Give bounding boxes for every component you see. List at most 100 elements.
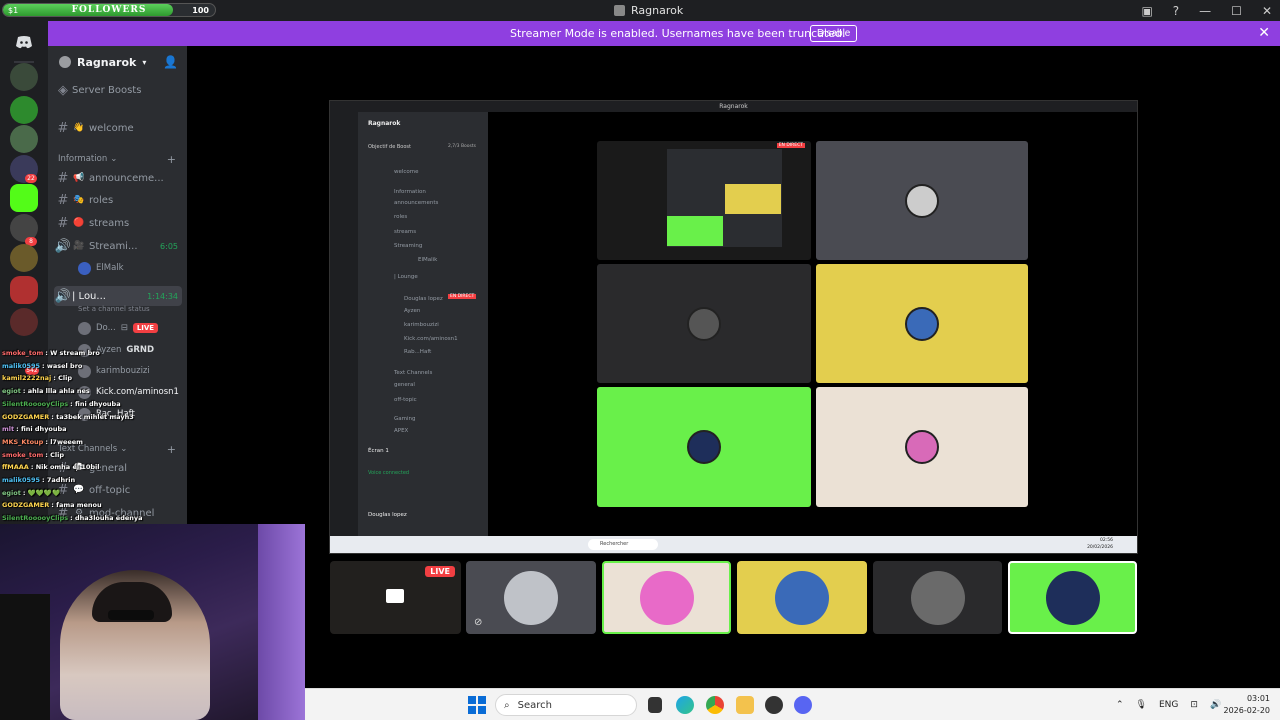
microphone-icon[interactable]: 🎙 xyxy=(1136,700,1147,710)
participant-tile[interactable] xyxy=(873,561,1002,634)
inner-channel-row: off-topic xyxy=(394,397,417,403)
voice-channel-streaming[interactable]: 🔊 🎥 Streami... 6:05 xyxy=(54,236,182,256)
inner-boost-label: Objectif de Boost xyxy=(368,144,411,150)
screen-share-view[interactable]: Ragnarok Ragnarok Objectif de Boost 2,7/… xyxy=(329,100,1138,554)
chat-text: : ahla llla ahla nes xyxy=(22,387,90,396)
server-icon[interactable] xyxy=(10,308,38,336)
screen-share-icon: ⊘ xyxy=(474,617,483,628)
channel-announcements[interactable]: # 📢 announceme... xyxy=(54,168,182,188)
server-icon[interactable] xyxy=(10,244,38,272)
participant-avatar xyxy=(905,430,939,464)
screen-share-icon: ⊟ xyxy=(120,323,128,333)
mention-icon[interactable]: ▣ xyxy=(1141,4,1152,18)
participant-tile[interactable] xyxy=(737,561,867,634)
participant-avatar xyxy=(687,306,721,341)
server-icon[interactable] xyxy=(10,184,38,212)
obs-icon[interactable] xyxy=(765,696,783,714)
participant-avatar xyxy=(639,570,694,625)
server-icon[interactable] xyxy=(10,276,38,304)
server-header[interactable]: Ragnarok ▾ 👤 xyxy=(48,46,187,78)
chat-text: : Clip xyxy=(53,374,73,383)
chevron-down-icon: ▾ xyxy=(142,57,147,67)
taskbar-clock[interactable]: 03:01 2026-02-20 xyxy=(1224,693,1271,717)
chat-username: SilentRooooyClips xyxy=(2,514,69,523)
channel-status[interactable]: Set a channel status xyxy=(78,305,150,313)
discord-taskbar-icon[interactable] xyxy=(794,696,812,714)
inner-channel-row: Text Channels xyxy=(394,370,433,376)
boost-icon: ◈ xyxy=(58,82,68,98)
chat-message: SilentRooooyClips: fini dhyouba xyxy=(2,398,188,411)
server-boosts[interactable]: ◈ Server Boosts xyxy=(54,80,182,100)
inner-window-title: Ragnarok xyxy=(330,101,1137,112)
chat-text: : dha3louha edenya xyxy=(70,514,143,523)
start-tile xyxy=(478,696,486,704)
file-explorer-icon[interactable] xyxy=(648,697,662,713)
taskbar-search[interactable]: ⌕ Search xyxy=(495,694,637,716)
edge-icon[interactable] xyxy=(676,696,694,714)
inner-boost-count: 2,7/3 Boosts xyxy=(448,144,477,149)
channel-roles[interactable]: # 🎭 roles xyxy=(54,190,182,210)
chat-text: : W stream bro xyxy=(45,349,100,357)
inner-channel-row: general xyxy=(394,382,415,388)
participant-tile[interactable] xyxy=(602,561,731,634)
disable-streamer-mode-button[interactable]: Disable xyxy=(810,25,858,42)
voice-user[interactable]: ElMalk xyxy=(78,259,124,277)
inner-channel-row: Ayzen xyxy=(404,308,421,314)
discord-home-button[interactable] xyxy=(10,28,38,56)
participant-tile-streamer[interactable]: LIVE xyxy=(330,561,461,634)
add-channel-icon[interactable]: + xyxy=(167,153,176,166)
webcam-chair xyxy=(0,594,50,720)
invite-icon[interactable]: 👤 xyxy=(163,55,178,69)
live-badge: LIVE xyxy=(425,566,455,577)
server-icon[interactable] xyxy=(10,125,38,153)
close-icon[interactable]: ✕ xyxy=(1262,4,1272,18)
channel-emoji: 🎭 xyxy=(73,195,85,205)
category-information[interactable]: Information ⌄ + xyxy=(58,153,182,166)
tile-beige xyxy=(816,387,1028,507)
inner-server-rail xyxy=(330,112,358,536)
inner-channel-row: streams xyxy=(394,229,417,235)
network-icon[interactable]: ⊡ xyxy=(1190,700,1198,710)
help-icon[interactable]: ? xyxy=(1173,4,1179,18)
window-title: Ragnarok xyxy=(614,0,683,21)
chat-message: egiot: 💚💚💚💚 xyxy=(2,487,188,500)
maximize-icon[interactable]: ☐ xyxy=(1231,4,1242,18)
volume-icon[interactable]: 🔊 xyxy=(1210,700,1221,710)
inner-channel-row: Kick.com/aminosn1 xyxy=(404,336,458,342)
minimize-icon[interactable]: — xyxy=(1199,4,1211,18)
start-tile xyxy=(478,706,486,714)
voice-user-name: ElMalk xyxy=(96,263,124,273)
chat-text: : 💚💚💚💚 xyxy=(22,488,61,497)
folder-icon[interactable] xyxy=(736,696,754,714)
text-channel-icon: # xyxy=(57,192,69,208)
system-tray: ⌃ 🎙 ENG ⊡ 🔊 xyxy=(1116,689,1221,720)
taskbar-search-label: Search xyxy=(517,699,552,711)
channel-name: | Lou... xyxy=(72,290,106,302)
inner-taskbar: Rechercher 02:56 20/02/2026 xyxy=(330,536,1137,553)
inner-channel-row: APEX xyxy=(394,428,409,434)
chat-text: : ta3bek mihlet mayh3 xyxy=(51,412,134,421)
channel-welcome[interactable]: # 👋 welcome xyxy=(54,118,182,138)
chat-message: SilentRooooyClips: dha3louha edenya xyxy=(2,512,188,525)
chat-username: GODZGAMER xyxy=(2,412,50,421)
chevron-down-icon: ⌄ xyxy=(110,154,118,164)
tile-screenshare: EN DIRECT xyxy=(597,141,811,260)
window-controls: ▣ ? — ☐ ✕ xyxy=(1141,0,1272,21)
participant-tile[interactable] xyxy=(1008,561,1137,634)
window-title-text: Ragnarok xyxy=(631,4,684,17)
inner-channel-sidebar: Ragnarok Objectif de Boost 2,7/3 Boosts … xyxy=(358,112,488,536)
chevron-up-icon[interactable]: ⌃ xyxy=(1116,700,1124,710)
avatar xyxy=(78,321,91,335)
voice-user[interactable]: Do... ⊟ LIVE xyxy=(78,319,159,337)
close-icon[interactable]: ✕ xyxy=(1258,21,1270,46)
inner-channel-row: ElMalik xyxy=(418,257,438,263)
windows-start-icon[interactable] xyxy=(468,696,486,714)
voice-channel-lounge[interactable]: 🔊 | Lou... 1:14:34 xyxy=(54,286,182,306)
participant-tile[interactable]: ⊘ xyxy=(466,561,596,634)
channel-streams[interactable]: # 🔴 streams xyxy=(54,213,182,233)
language-indicator[interactable]: ENG xyxy=(1159,700,1178,710)
server-icon[interactable] xyxy=(10,63,38,91)
inner-voice-connected: Voice connected xyxy=(368,470,410,476)
server-icon[interactable] xyxy=(10,96,38,124)
chrome-icon[interactable] xyxy=(706,696,724,714)
